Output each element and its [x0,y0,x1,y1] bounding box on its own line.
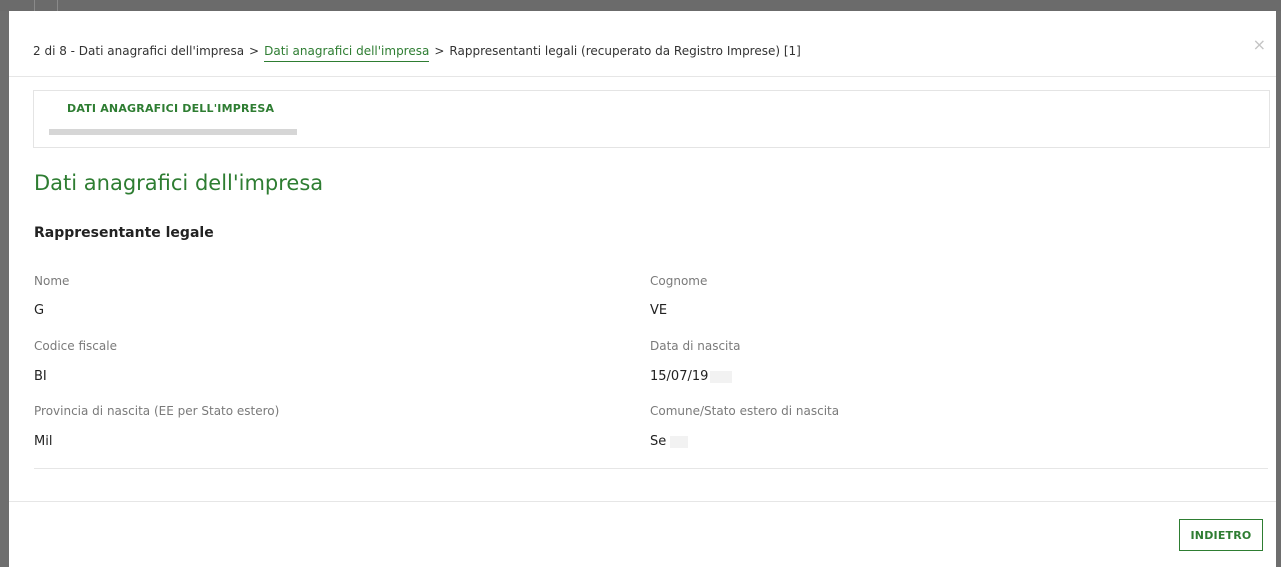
breadcrumb-current: Rappresentanti legali (recuperato da Reg… [449,44,801,58]
backdrop-right [1276,11,1281,567]
field-value-provincia-text: Mil [34,434,53,449]
redaction-mark [710,370,733,383]
backdrop-divider [34,0,35,11]
field-label-nome: Nome [34,274,70,288]
field-value-comune: Se [650,434,689,449]
fields-divider [34,468,1268,469]
field-label-data-nascita: Data di nascita [650,339,741,353]
breadcrumb-separator: > [249,44,260,58]
footer-divider [9,501,1276,502]
field-value-cognome-text: VE [650,303,668,318]
page-title: Dati anagrafici dell'impresa [34,171,324,195]
field-label-cognome: Cognome [650,274,708,288]
tab-bar: DATI ANAGRAFICI DELL'IMPRESA [33,90,1270,148]
header-divider [9,76,1276,77]
field-value-data-nascita-text: 15/07/19 [650,369,709,384]
field-value-cognome: VE [650,303,667,318]
field-value-comune-text: Se [650,434,667,449]
backdrop-divider [57,0,58,11]
field-value-provincia: Mil [34,434,52,449]
field-label-codice-fiscale: Codice fiscale [34,339,117,353]
modal-dialog: 2 di 8 - Dati anagrafici dell'impresa > Da… [9,11,1276,567]
field-label-comune: Comune/Stato estero di nascita [650,404,840,418]
field-value-codice-fiscale-text: BI [34,369,47,384]
breadcrumb-link[interactable]: Dati anagrafici dell'impresa [264,44,430,62]
tab-progress-indicator [49,129,297,135]
breadcrumb-separator: > [434,44,445,58]
field-label-provincia: Provincia di nascita (EE per Stato ester… [34,404,280,418]
breadcrumb-step: 2 di 8 - Dati anagrafici dell'impresa [33,44,245,58]
backdrop-top [0,0,1281,11]
close-icon[interactable]: × [1253,35,1266,54]
backdrop-left [0,11,9,567]
tab-dati-anagrafici[interactable]: DATI ANAGRAFICI DELL'IMPRESA [67,102,274,115]
breadcrumb: 2 di 8 - Dati anagrafici dell'impresa > Da… [33,44,801,62]
section-title: Rappresentante legale [34,225,214,241]
field-value-nome: G [34,303,44,318]
redaction-mark [670,435,689,448]
field-value-data-nascita: 15/07/19 [650,369,733,384]
field-value-codice-fiscale: BI [34,369,47,384]
field-value-nome-text: G [34,303,45,318]
back-button[interactable]: INDIETRO [1179,519,1263,551]
